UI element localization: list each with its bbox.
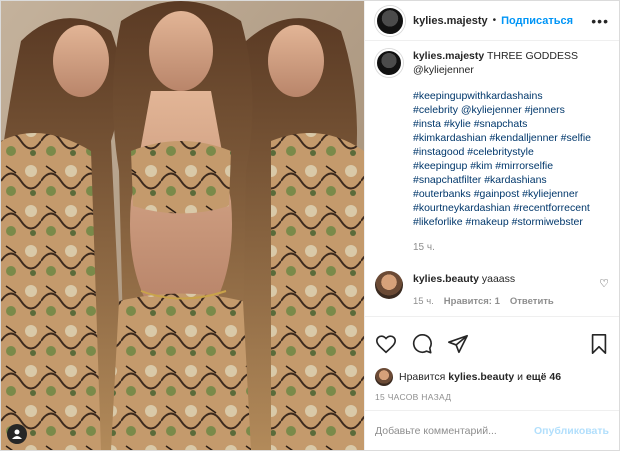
publish-button[interactable]: Опубликовать	[534, 425, 609, 437]
action-bar	[365, 316, 619, 366]
bookmark-icon[interactable]	[589, 333, 609, 358]
likes-summary: Нравится kylies.beauty и ещё 46	[365, 366, 619, 388]
caption-time[interactable]: 15 ч.	[413, 241, 609, 255]
comment-input[interactable]	[375, 424, 535, 437]
more-horizontal-icon[interactable]: •••	[591, 13, 609, 29]
author-username[interactable]: kylies.majesty	[413, 15, 488, 27]
likes-prefix: Нравится	[399, 371, 446, 383]
like-heart-icon[interactable]	[375, 333, 397, 358]
comment-like-heart-icon[interactable]: ♡	[599, 277, 609, 290]
post-photo	[1, 1, 364, 450]
caption: kylies.majesty THREE GODDESS @kyliejenne…	[375, 49, 609, 255]
liker-avatar[interactable]	[375, 368, 393, 386]
post-image[interactable]	[1, 1, 364, 450]
user-tag-icon[interactable]	[7, 424, 27, 444]
caption-hashtags[interactable]: #keepingupwithkardashains #celebrity @ky…	[413, 89, 609, 229]
post-sidebar: kylies.majesty • Подписаться ••• kylies.…	[364, 1, 619, 450]
comment-likes-link[interactable]: Нравится: 1	[444, 296, 500, 307]
add-comment-form: Опубликовать	[365, 410, 619, 450]
likes-others-link[interactable]: ещё 46	[526, 371, 561, 383]
reply-button[interactable]: Ответить	[510, 296, 554, 307]
comment-bubble-icon[interactable]	[411, 333, 433, 358]
caption-body: kylies.majesty THREE GODDESS @kyliejenne…	[413, 49, 609, 255]
comment-body: kylies.beauty yaaass 15 ч. Нравится: 1 О…	[413, 271, 554, 307]
post-date[interactable]: 15 ЧАСОВ НАЗАД	[365, 388, 619, 410]
instagram-post: kylies.majesty • Подписаться ••• kylies.…	[0, 0, 620, 451]
liker-username[interactable]: kylies.beauty	[448, 371, 514, 383]
comments-list[interactable]: kylies.majesty THREE GODDESS @kyliejenne…	[365, 41, 619, 316]
commenter-avatar[interactable]	[375, 271, 403, 299]
follow-button[interactable]: Подписаться	[501, 15, 573, 27]
comment-time[interactable]: 15 ч.	[413, 296, 434, 307]
comment-item: kylies.beauty yaaass 15 ч. Нравится: 1 О…	[375, 271, 609, 307]
commenter-username[interactable]: kylies.beauty	[413, 273, 479, 285]
post-header: kylies.majesty • Подписаться •••	[365, 1, 619, 41]
share-plane-icon[interactable]	[447, 333, 469, 358]
caption-username[interactable]: kylies.majesty	[413, 50, 484, 62]
author-avatar[interactable]	[375, 5, 405, 36]
caption-avatar[interactable]	[375, 49, 403, 77]
separator-dot: •	[492, 15, 497, 26]
comment-text: yaaass	[481, 273, 516, 285]
comment-meta: 15 ч. Нравится: 1 Ответить	[413, 296, 554, 307]
likes-middle: и	[517, 371, 524, 383]
